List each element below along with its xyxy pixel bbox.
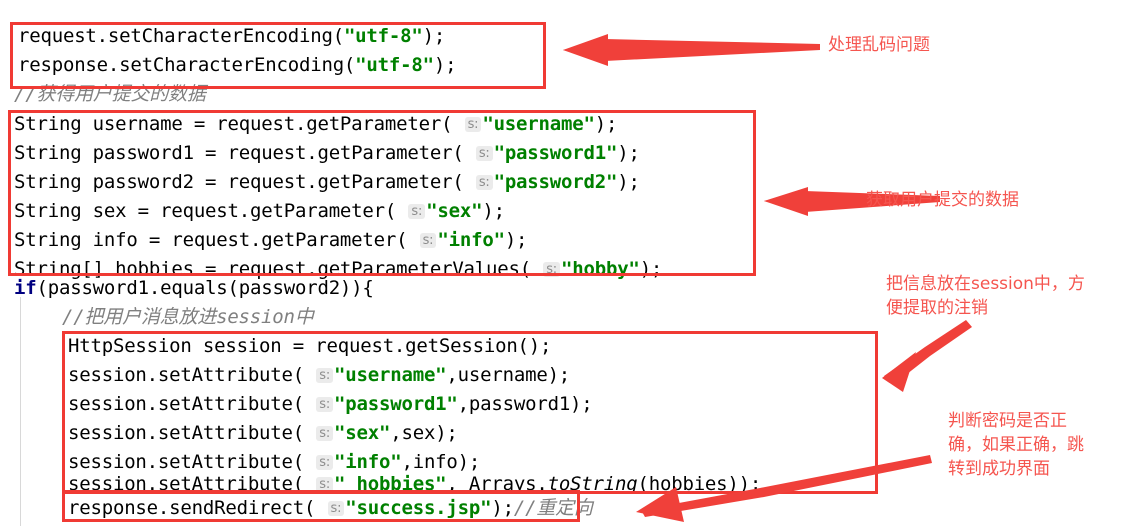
code-line-8[interactable]: String info = request.getParameter( s: "i… <box>14 226 528 255</box>
code-line-1[interactable]: request.setCharacterEncoding("utf-8"); <box>18 22 445 51</box>
code-text: ); <box>594 113 618 135</box>
code-text: ,username); <box>446 364 571 386</box>
code-line-2[interactable]: response.setCharacterEncoding("utf-8"); <box>18 51 457 80</box>
string-literal: "sex" <box>426 200 483 222</box>
string-literal: "info" <box>437 229 505 251</box>
code-text: session.setAttribute( <box>68 422 316 444</box>
code-text: session.setAttribute( <box>68 473 316 495</box>
string-literal: "password2" <box>493 171 618 193</box>
annotation-get-parameter: 获取用户提交的数据 <box>866 190 1019 210</box>
code-text: request.setCharacterEncoding( <box>18 25 344 47</box>
string-literal: "password1" <box>334 393 458 415</box>
code-text: String username = request.getParameter( <box>14 113 464 135</box>
string-literal: "success.jsp" <box>345 497 492 519</box>
code-text: ,sex); <box>390 422 458 444</box>
param-hint-chip: s: <box>464 117 482 132</box>
indent-guide <box>20 297 21 526</box>
code-text: ); <box>639 258 663 280</box>
code-text: String password2 = request.getParameter( <box>14 171 475 193</box>
string-literal: "username" <box>334 364 447 386</box>
code-text: HttpSession session = request.getSession… <box>68 335 552 357</box>
code-line-3-comment[interactable]: //获得用户提交的数据 <box>14 80 206 109</box>
code-line-14[interactable]: session.setAttribute( s: "password1",pass… <box>68 390 593 419</box>
code-text: ); <box>504 229 528 251</box>
arrow-to-session-box <box>882 320 972 392</box>
comment-text: //重定向 <box>513 497 593 519</box>
code-text: String info = request.getParameter( <box>14 229 419 251</box>
string-literal: " hobbies" <box>334 473 447 495</box>
param-hint-chip: s: <box>408 204 426 219</box>
method-toString: toString <box>547 473 638 495</box>
code-text: ); <box>482 200 505 222</box>
string-literal: "hobby" <box>561 258 640 280</box>
param-hint-chip: s: <box>543 262 560 277</box>
code-text: , Arrays. <box>446 473 548 495</box>
code-line-4[interactable]: String username = request.getParameter( … <box>14 110 617 139</box>
param-hint-chip: s: <box>475 146 493 161</box>
code-editor[interactable]: request.setCharacterEncoding("utf-8"); r… <box>0 0 1127 526</box>
code-text: session.setAttribute( <box>68 393 316 415</box>
comment-text: //把用户消息放进session中 <box>62 306 314 328</box>
code-line-13[interactable]: session.setAttribute( s: "username",usern… <box>68 361 570 390</box>
string-literal: "utf-8" <box>343 25 423 47</box>
code-text: response.setCharacterEncoding( <box>18 54 356 76</box>
code-line-7[interactable]: String sex = request.getParameter( s: "se… <box>14 197 505 226</box>
code-text: response.sendRedirect( <box>68 497 327 519</box>
string-literal: "sex" <box>334 422 391 444</box>
annotation-session: 把信息放在session中，方 便提取的注销 <box>886 274 1085 318</box>
code-line-10[interactable]: if(password1.equals(password2)){ <box>14 274 374 303</box>
code-text: ,password1); <box>457 393 593 415</box>
code-text: ); <box>617 171 640 193</box>
param-hint-chip: s: <box>419 233 437 248</box>
param-hint-chip: s: <box>316 397 334 412</box>
code-text: (hobbies)); <box>637 473 762 495</box>
arrow-to-encoding-box <box>563 34 820 66</box>
param-hint-chip: s: <box>316 477 334 492</box>
param-hint-chip: s: <box>316 426 334 441</box>
code-text: session.setAttribute( <box>68 364 316 386</box>
code-line-18[interactable]: response.sendRedirect( s: "success.jsp");… <box>68 494 593 523</box>
code-text: ); <box>491 497 514 519</box>
annotation-redirect: 判断密码是否正 确，如果正确，跳 转到成功界面 <box>948 411 1084 479</box>
keyword-if: if <box>14 277 37 299</box>
code-text: ); <box>617 142 640 164</box>
annotation-encoding: 处理乱码问题 <box>828 35 930 55</box>
code-text: ); <box>422 25 446 47</box>
param-hint-chip: s: <box>316 455 334 470</box>
code-line-15[interactable]: session.setAttribute( s: "sex",sex); <box>68 419 458 448</box>
string-literal: "password1" <box>493 142 618 164</box>
code-line-5[interactable]: String password1 = request.getParameter(… <box>14 139 640 168</box>
param-hint-chip: s: <box>316 368 334 383</box>
string-literal: "username" <box>482 113 595 135</box>
string-literal: "utf-8" <box>355 54 434 76</box>
code-line-6[interactable]: String password2 = request.getParameter(… <box>14 168 640 197</box>
code-text: (password1.equals(password2)){ <box>36 277 374 299</box>
code-text: String sex = request.getParameter( <box>14 200 408 222</box>
param-hint-chip: s: <box>475 175 493 190</box>
code-text: ); <box>433 54 457 76</box>
param-hint-chip: s: <box>327 501 345 516</box>
code-text: String password1 = request.getParameter( <box>14 142 475 164</box>
code-line-12[interactable]: HttpSession session = request.getSession… <box>68 332 551 361</box>
comment-text: //获得用户提交的数据 <box>14 83 206 105</box>
code-line-11-comment[interactable]: //把用户消息放进session中 <box>62 303 314 332</box>
